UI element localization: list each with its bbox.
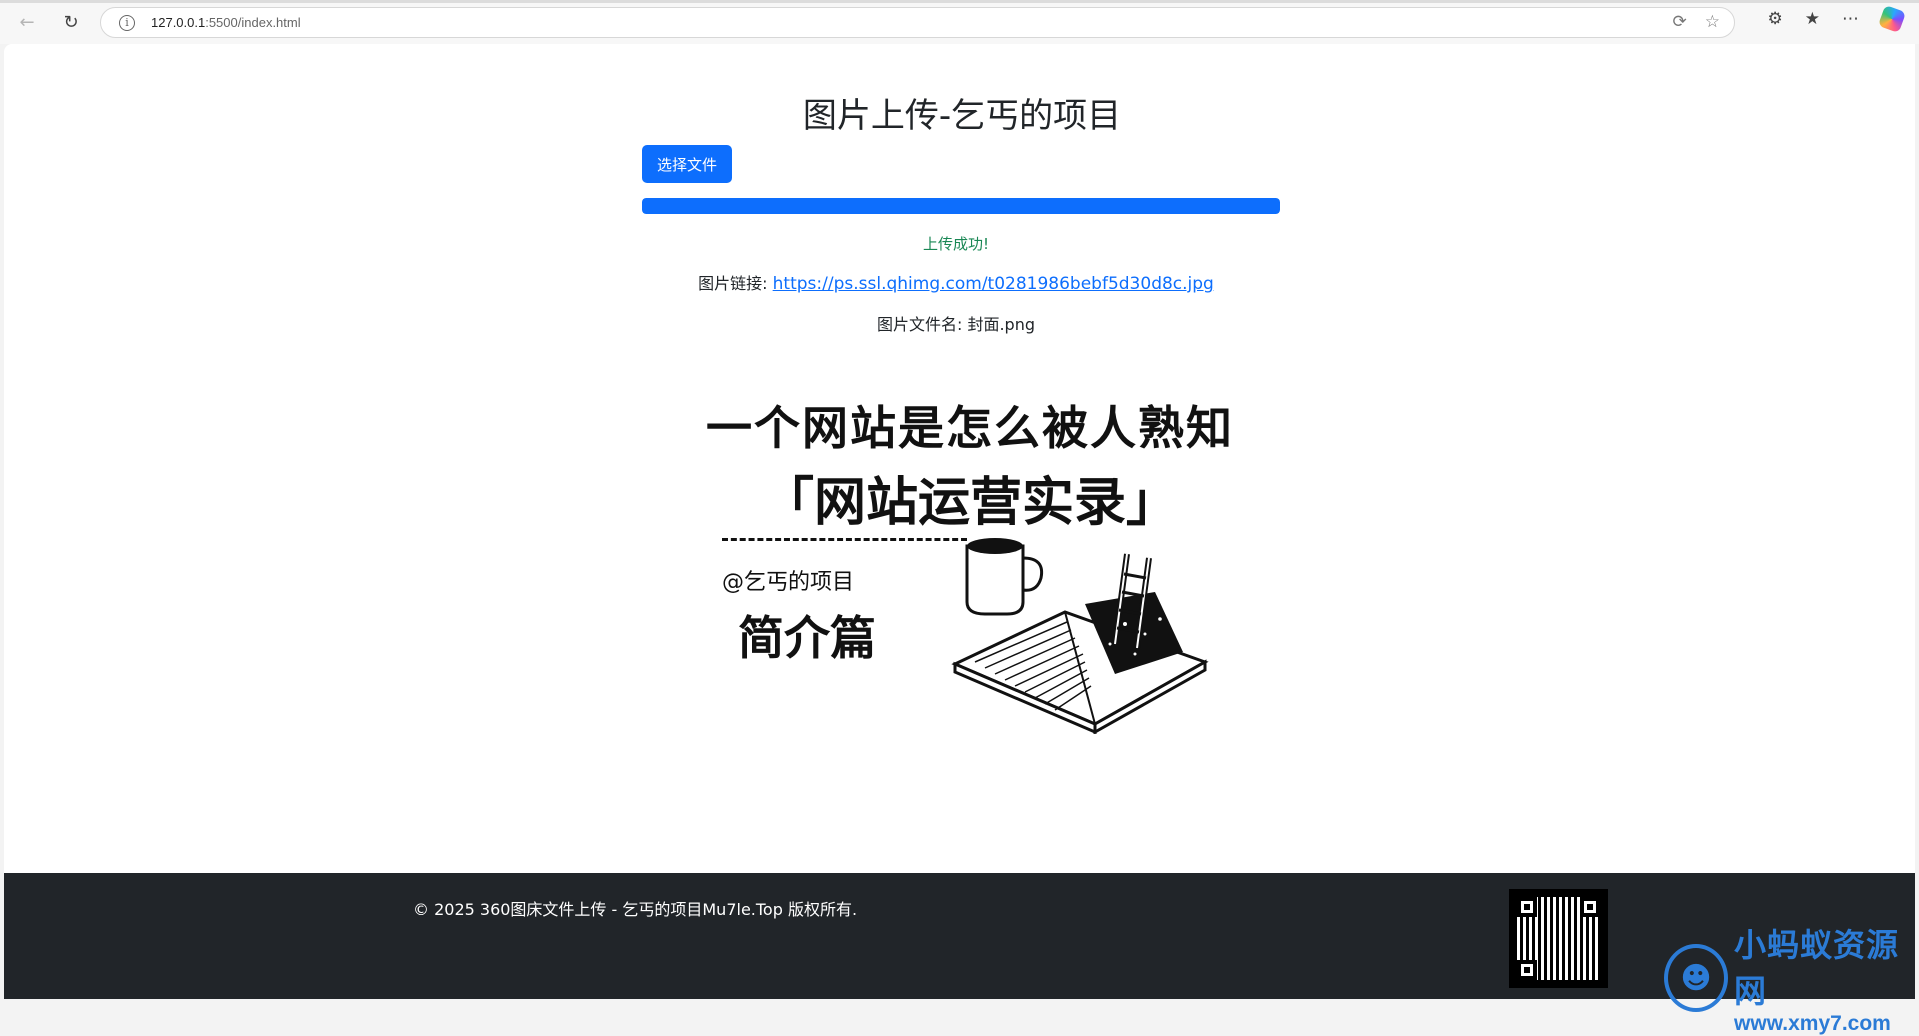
upload-progress-bar (642, 198, 1280, 214)
watermark-name: 小蚂蚁资源网 (1734, 926, 1900, 1010)
favorite-star-icon[interactable]: ☆ (1705, 12, 1720, 32)
address-url[interactable]: 127.0.0.1:5500/index.html (151, 15, 301, 30)
site-watermark: ☻ 小蚂蚁资源网 www.xmy7.com (1664, 920, 1919, 1036)
browser-toolbar: ← ↻ i 127.0.0.1:5500/index.html ⟳ ☆ ⚙ ★ … (0, 0, 1919, 44)
image-filename: 封面.png (967, 315, 1036, 334)
tab-strip-edge (0, 0, 1919, 3)
qr-code-image (1509, 889, 1608, 988)
url-path: :5500/index.html (205, 15, 301, 30)
image-link-label: 图片链接: (698, 274, 768, 293)
cover-author: @乞丐的项目 (722, 570, 855, 595)
page-viewport: 图片上传-乞丐的项目 选择文件 上传成功! 图片链接: https://ps.s… (4, 44, 1915, 999)
upload-progress-fill (642, 198, 1280, 214)
qr-finder-top-right (1580, 897, 1600, 917)
image-link[interactable]: https://ps.ssl.qhimg.com/t0281986bebf5d3… (773, 274, 1214, 294)
cover-title: 「网站运营实录」 (761, 473, 1178, 533)
qr-finder-top-left (1517, 897, 1537, 917)
browser-tools: ⚙ ★ ⋯ (1768, 4, 1907, 34)
copilot-icon[interactable] (1877, 4, 1907, 34)
extensions-icon[interactable]: ⚙ (1768, 9, 1783, 29)
url-host: 127.0.0.1 (151, 15, 206, 30)
footer-copyright: © 2025 360图床文件上传 - 乞丐的项目Mu7le.Top 版权所有. (413, 900, 858, 919)
qr-code-pattern (1517, 897, 1600, 980)
cover-headline: 一个网站是怎么被人熟知 (706, 401, 1234, 455)
back-icon[interactable]: ← (9, 4, 45, 40)
read-aloud-icon[interactable]: ⟳ (1673, 12, 1687, 32)
choose-file-button[interactable]: 选择文件 (642, 145, 732, 183)
uploaded-image-preview: 一个网站是怎么被人熟知 「网站运营实录」 @乞丐的项目 简介篇 (700, 384, 1240, 774)
image-filename-label: 图片文件名: (876, 315, 963, 334)
page-footer: © 2025 360图床文件上传 - 乞丐的项目Mu7le.Top 版权所有. (4, 873, 1915, 999)
watermark-text: 小蚂蚁资源网 www.xmy7.com (1734, 920, 1919, 1036)
upload-status: 上传成功! (922, 235, 989, 253)
site-info-icon[interactable]: i (119, 14, 135, 31)
address-bar-actions: ⟳ ☆ (1673, 12, 1721, 32)
favorites-icon[interactable]: ★ (1805, 9, 1820, 29)
qr-finder-bottom-left (1517, 960, 1537, 980)
cover-divider (722, 538, 967, 541)
cover-subtitle: 简介篇 (738, 611, 876, 665)
image-link-row: 图片链接: https://ps.ssl.qhimg.com/t0281986b… (642, 270, 1270, 294)
image-filename-row: 图片文件名: 封面.png (642, 311, 1270, 335)
watermark-url: www.xmy7.com (1734, 1012, 1891, 1035)
address-bar[interactable]: i 127.0.0.1:5500/index.html ⟳ ☆ (100, 7, 1735, 38)
book-and-coffee-illustration (951, 538, 1209, 734)
page-title: 图片上传-乞丐的项目 (802, 96, 1122, 136)
more-menu-icon[interactable]: ⋯ (1842, 9, 1859, 29)
reload-icon[interactable]: ↻ (53, 4, 89, 40)
ant-logo-icon: ☻ (1664, 944, 1729, 1012)
